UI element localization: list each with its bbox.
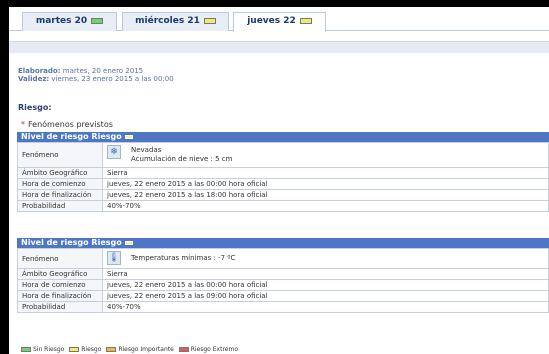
table-row: Hora de finalización jueves, 22 enero 20… (17, 290, 549, 302)
table-row: Fenómeno 🌡 Temperaturas mínimas : -7 ºC (17, 248, 549, 269)
table-row: Fenómeno ❄ Nevadas Acumulación de nieve … (17, 142, 549, 168)
elaborado-line: Elaborado: martes, 20 enero 2015 (18, 67, 144, 75)
separator-bar (9, 41, 549, 53)
legend-swatch-icon (106, 347, 117, 352)
tab-jueves-22[interactable]: jueves 22 (233, 12, 326, 32)
risk-block-2: Nivel de riesgo Riesgo Fenómeno 🌡 Temper… (17, 238, 549, 313)
row-key: Fenómeno (17, 142, 103, 168)
tab-miercoles-21[interactable]: miércoles 21 (122, 12, 229, 31)
legend-swatch-icon (178, 347, 189, 352)
tab-label: jueves 22 (247, 16, 296, 26)
table-row: Hora de comienzo jueves, 22 enero 2015 a… (17, 279, 549, 291)
table-row: Ámbito Geográfico Sierra (17, 167, 549, 179)
risk-block-1: Nivel de riesgo Riesgo Fenómeno ❄ Nevada… (17, 132, 549, 212)
fenomeno-cell: 🌡 Temperaturas mínimas : -7 ºC (102, 248, 549, 269)
snowflake-icon: ❄ (107, 145, 121, 159)
risk-swatch-icon (299, 17, 312, 24)
risk-swatch-icon (124, 134, 133, 139)
issue-meta: Elaborado: martes, 20 enero 2015 Validez… (18, 67, 174, 83)
tab-label: miércoles 21 (135, 16, 200, 26)
risk-table: Fenómeno ❄ Nevadas Acumulación de nieve … (17, 142, 549, 212)
tab-label: martes 20 (35, 16, 88, 26)
risk-swatch-icon (124, 240, 133, 245)
fenomenos-previstos: * Fenómenos previstos (21, 120, 113, 129)
riesgo-heading: Riesgo: (18, 103, 52, 112)
fenomeno-cell: ❄ Nevadas Acumulación de nieve : 5 cm (102, 142, 549, 168)
risk-swatch-icon (203, 17, 216, 24)
day-tabs: martes 20 miércoles 21 jueves 22 (9, 7, 549, 32)
legend-swatch-icon (69, 347, 80, 352)
risk-block-header: Nivel de riesgo Riesgo (17, 132, 549, 142)
table-row: Ámbito Geográfico Sierra (17, 268, 549, 280)
risk-legend: Sin Riesgo Riesgo Riesgo Importante Ries… (21, 346, 238, 353)
table-row: Probabilidad 40%-70% (17, 301, 549, 313)
tab-martes-20[interactable]: martes 20 (22, 12, 117, 31)
risk-block-header: Nivel de riesgo Riesgo (17, 238, 549, 248)
bullet-icon: * (21, 120, 25, 129)
risk-swatch-icon (91, 17, 104, 24)
legend-swatch-icon (21, 347, 31, 352)
validez-line: Validez: viernes, 23 enero 2015 a las 00… (18, 75, 174, 83)
thermometer-icon: 🌡 (107, 251, 121, 265)
table-row: Hora de finalización jueves, 22 enero 20… (17, 189, 549, 201)
table-row: Probabilidad 40%-70% (17, 200, 549, 212)
forecast-panel: martes 20 miércoles 21 jueves 22 Elabora… (9, 7, 549, 354)
table-row: Hora de comienzo jueves, 22 enero 2015 a… (17, 178, 549, 190)
risk-table: Fenómeno 🌡 Temperaturas mínimas : -7 ºC … (17, 248, 549, 313)
